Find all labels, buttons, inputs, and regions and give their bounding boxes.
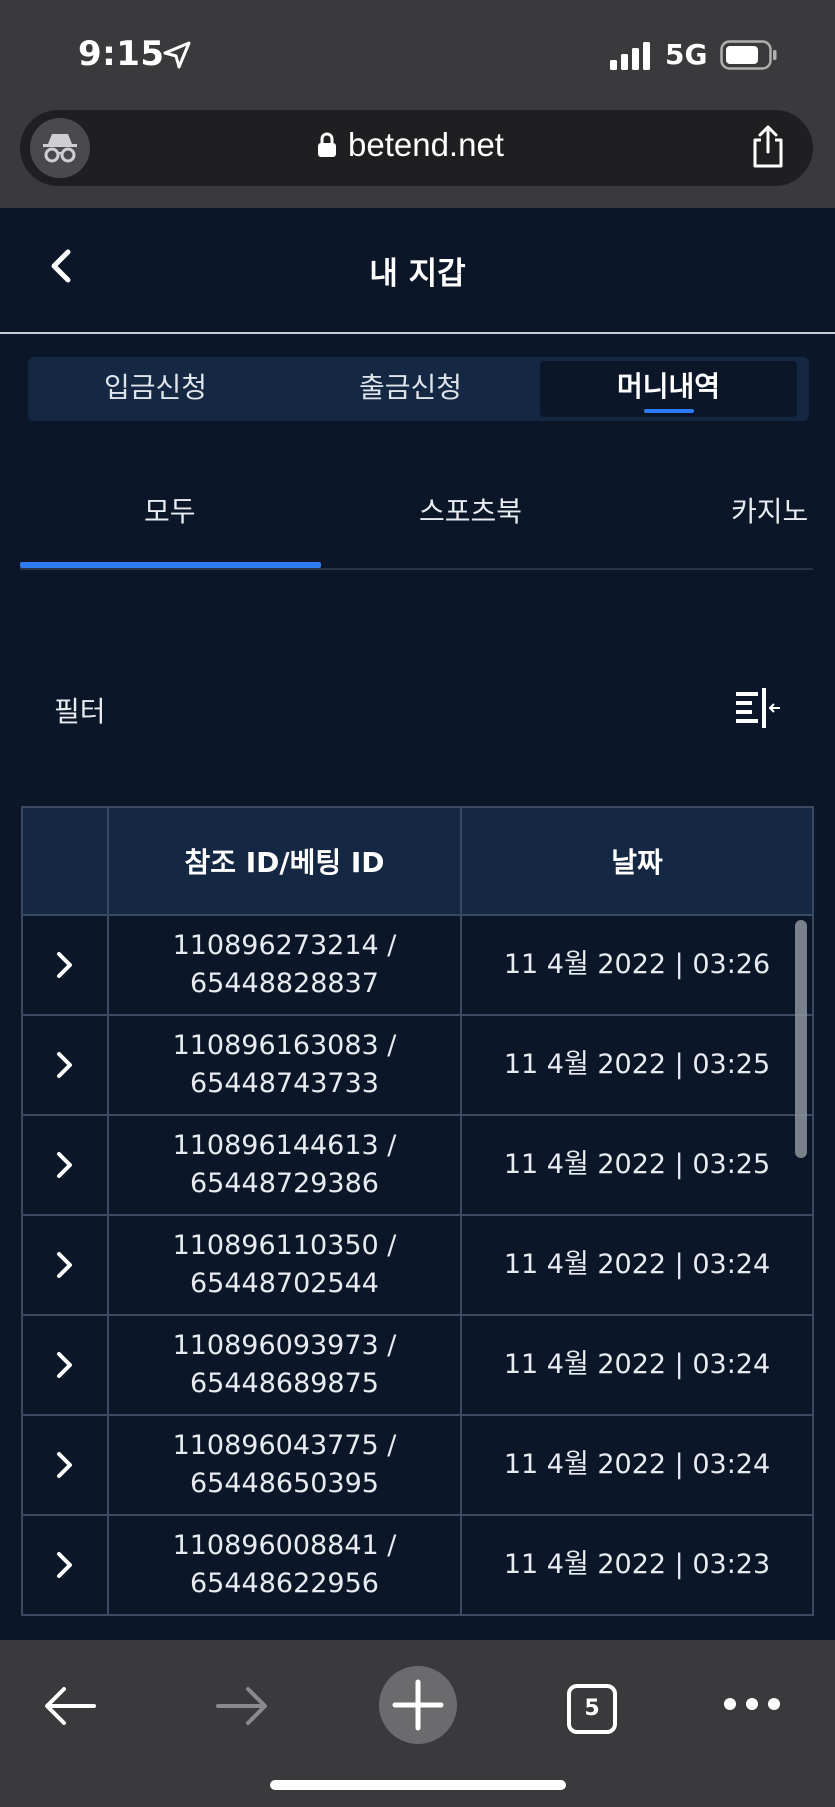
incognito-icon: [43, 134, 77, 163]
bet-id: 65448743733: [190, 1068, 379, 1099]
new-tab-button[interactable]: [379, 1666, 457, 1744]
bet-id: 65448689875: [190, 1368, 379, 1399]
wallet-tabs: 입금신청 출금신청 머니내역: [28, 357, 809, 421]
table-row[interactable]: 110896144613 / 65448729386 11 4월 2022 | 03…: [23, 1116, 812, 1216]
tab-sportsbook[interactable]: 스포츠북: [419, 490, 522, 530]
filter-label: 필터: [54, 695, 106, 728]
ref-bet-id-cell: 110896008841 / 65448622956: [109, 1516, 462, 1614]
reference-id: 110896163083 /: [172, 1030, 397, 1061]
tab-label: 입금신청: [103, 371, 208, 404]
date-cell: 11 4월 2022 | 03:24: [503, 1349, 771, 1380]
tabs-baseline: [20, 568, 813, 570]
forward-arrow-icon[interactable]: [214, 1684, 270, 1728]
browser-chrome: 9:15 5G betend.net: [0, 0, 835, 208]
incognito-button[interactable]: [30, 118, 90, 178]
date-cell: 11 4월 2022 | 03:25: [503, 1149, 771, 1180]
reference-id: 110896144613 /: [172, 1130, 397, 1161]
bet-id: 65448622956: [190, 1568, 379, 1599]
lock-icon: [318, 132, 336, 157]
battery-icon: [720, 40, 777, 70]
reference-id: 110896043775 /: [172, 1430, 397, 1461]
header-expand-col: [23, 808, 109, 914]
filter-collapse-icon[interactable]: [734, 688, 782, 728]
bet-id: 65448729386: [190, 1168, 379, 1199]
table-body: 110896273214 / 65448828837 11 4월 2022 | 03…: [23, 916, 812, 1616]
page-header: 내 지갑: [0, 208, 835, 334]
ref-bet-id-cell: 110896163083 / 65448743733: [109, 1016, 462, 1114]
active-tab-underline: [643, 409, 694, 413]
money-history-table: 참조 ID/베팅 ID 날짜 110896273214 / 65448828837…: [21, 806, 814, 1616]
chevron-right-icon: [57, 952, 72, 978]
chevron-right-icon: [57, 1152, 72, 1178]
network-type: 5G: [665, 38, 708, 71]
ref-bet-id-cell: 110896043775 / 65448650395: [109, 1416, 462, 1514]
table-row[interactable]: 110896008841 / 65448622956 11 4월 2022 | 03…: [23, 1516, 812, 1616]
tab-label: 출금신청: [358, 371, 463, 404]
signal-icon: [610, 42, 650, 70]
more-icon[interactable]: [722, 1692, 782, 1716]
reference-id: 110896093973 /: [172, 1330, 397, 1361]
ref-bet-id-cell: 110896273214 / 65448828837: [109, 916, 462, 1014]
date-cell: 11 4월 2022 | 03:26: [503, 949, 771, 980]
chevron-right-icon: [57, 1552, 72, 1578]
url-text[interactable]: betend.net: [348, 126, 504, 164]
table-header: 참조 ID/베팅 ID 날짜: [23, 806, 812, 916]
bet-id: 65448828837: [190, 968, 379, 999]
expand-cell[interactable]: [23, 1216, 109, 1314]
tab-money-history[interactable]: 머니내역: [540, 361, 797, 417]
header-date: 날짜: [611, 846, 663, 879]
location-arrow-icon: [163, 41, 191, 69]
bet-id: 65448650395: [190, 1468, 379, 1499]
tab-casino[interactable]: 카지노: [731, 490, 808, 530]
header-ref-id: 참조 ID/베팅 ID: [109, 808, 462, 914]
reference-id: 110896008841 /: [172, 1530, 397, 1561]
status-time: 9:15: [78, 34, 165, 74]
tab-switcher-button[interactable]: 5: [567, 1684, 617, 1734]
date-cell: 11 4월 2022 | 03:24: [503, 1249, 771, 1280]
category-tabs: 모두 스포츠북 카지노: [0, 470, 835, 570]
expand-cell[interactable]: [23, 1016, 109, 1114]
table-row[interactable]: 110896273214 / 65448828837 11 4월 2022 | 03…: [23, 916, 812, 1016]
expand-cell[interactable]: [23, 1316, 109, 1414]
bet-id: 65448702544: [190, 1268, 379, 1299]
date-cell: 11 4월 2022 | 03:25: [503, 1049, 771, 1080]
back-arrow-icon[interactable]: [42, 1684, 98, 1728]
tab-all[interactable]: 모두: [144, 490, 196, 530]
chevron-right-icon: [57, 1252, 72, 1278]
ref-bet-id-cell: 110896110350 / 65448702544: [109, 1216, 462, 1314]
url-bar[interactable]: betend.net: [20, 110, 813, 186]
expand-cell[interactable]: [23, 1416, 109, 1514]
reference-id: 110896273214 /: [172, 930, 397, 961]
table-row[interactable]: 110896163083 / 65448743733 11 4월 2022 | 03…: [23, 1016, 812, 1116]
reference-id: 110896110350 /: [172, 1230, 397, 1261]
chevron-right-icon: [57, 1452, 72, 1478]
table-row[interactable]: 110896110350 / 65448702544 11 4월 2022 | 03…: [23, 1216, 812, 1316]
date-cell: 11 4월 2022 | 03:24: [503, 1449, 771, 1480]
chevron-right-icon: [57, 1352, 72, 1378]
home-indicator: [270, 1780, 566, 1790]
ref-bet-id-cell: 110896144613 / 65448729386: [109, 1116, 462, 1214]
chevron-right-icon: [57, 1052, 72, 1078]
table-row[interactable]: 110896093973 / 65448689875 11 4월 2022 | 03…: [23, 1316, 812, 1416]
ref-bet-id-cell: 110896093973 / 65448689875: [109, 1316, 462, 1414]
expand-cell[interactable]: [23, 1516, 109, 1614]
tab-withdraw-request[interactable]: 출금신청: [283, 357, 538, 421]
table-row[interactable]: 110896043775 / 65448650395 11 4월 2022 | 03…: [23, 1416, 812, 1516]
tab-deposit-request[interactable]: 입금신청: [28, 357, 283, 421]
active-tab-indicator: [20, 562, 321, 568]
share-icon[interactable]: [748, 124, 788, 170]
date-cell: 11 4월 2022 | 03:23: [503, 1549, 771, 1580]
scrollbar-thumb[interactable]: [795, 920, 807, 1158]
tab-label: 머니내역: [616, 370, 721, 403]
page-title: 내 지갑: [369, 256, 466, 292]
expand-cell[interactable]: [23, 1116, 109, 1214]
plus-icon: [392, 1679, 444, 1731]
expand-cell[interactable]: [23, 916, 109, 1014]
